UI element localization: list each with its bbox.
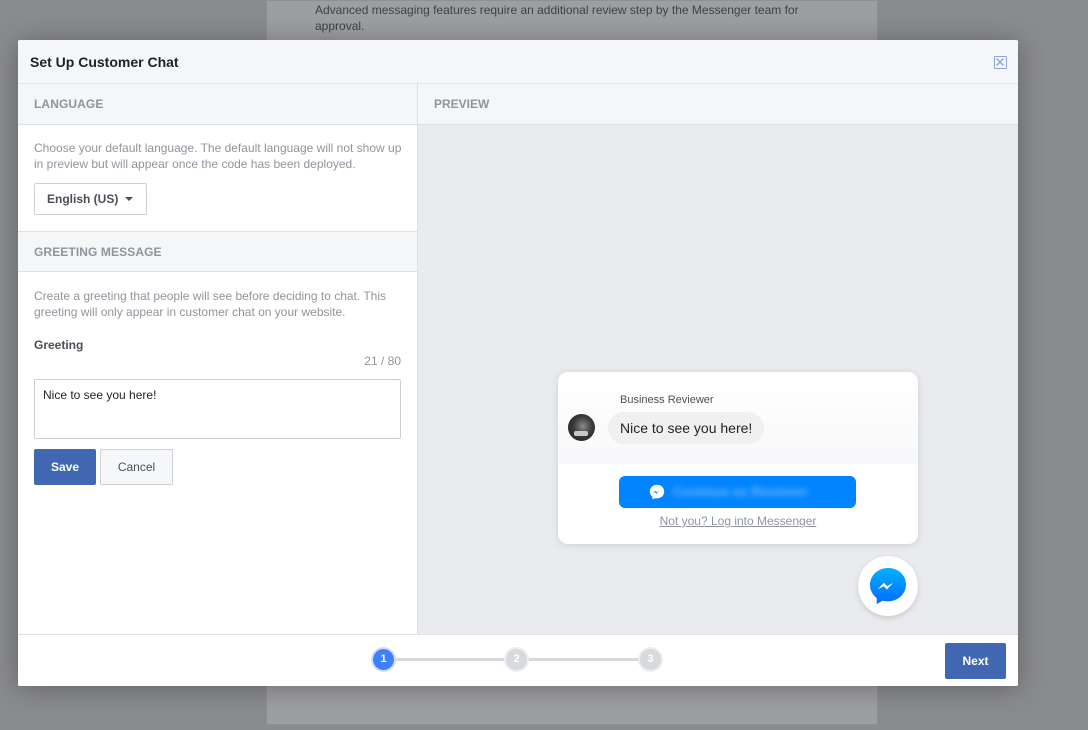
greeting-input[interactable] xyxy=(34,379,401,439)
business-name: Business Reviewer xyxy=(620,394,714,406)
language-help-text: Choose your default language. The defaul… xyxy=(34,141,402,171)
chat-preview-card: Business Reviewer Nice to see you here! … xyxy=(558,372,918,544)
close-icon xyxy=(996,58,1004,66)
greeting-label: Greeting xyxy=(34,338,84,352)
continue-as-button[interactable]: Continue as Reviewer xyxy=(619,476,856,508)
messenger-chat-button[interactable] xyxy=(858,556,918,616)
greeting-char-counter: 21 / 80 xyxy=(364,354,401,368)
close-button[interactable] xyxy=(994,56,1007,69)
step-2-indicator[interactable]: 2 xyxy=(506,649,527,670)
greeting-heading: GREETING MESSAGE xyxy=(34,245,162,259)
language-selected-value: English (US) xyxy=(47,192,119,206)
settings-panel: LANGUAGE Choose your default language. T… xyxy=(18,84,418,634)
language-section-header: LANGUAGE xyxy=(18,84,417,125)
messenger-fab-icon xyxy=(870,568,906,604)
business-avatar xyxy=(568,414,595,441)
caret-down-icon xyxy=(125,197,133,201)
language-heading: LANGUAGE xyxy=(34,97,104,111)
modal-title: Set Up Customer Chat xyxy=(30,54,179,70)
chat-message-area: Business Reviewer Nice to see you here! xyxy=(558,372,918,464)
greeting-bubble: Nice to see you here! xyxy=(608,412,765,444)
step-connector xyxy=(520,658,651,661)
greeting-help-text: Create a greeting that people will see b… xyxy=(34,289,386,319)
login-messenger-link[interactable]: Not you? Log into Messenger xyxy=(558,514,918,528)
background-notice: Advanced messaging features require an a… xyxy=(315,3,799,33)
preview-panel: PREVIEW Business Reviewer Nice to see yo… xyxy=(418,84,1018,634)
modal-footer: 1 2 3 Next xyxy=(18,634,1018,686)
greeting-section-header: GREETING MESSAGE xyxy=(18,231,417,272)
step-1-indicator[interactable]: 1 xyxy=(373,649,394,670)
continue-as-label: Continue as Reviewer xyxy=(673,484,809,499)
preview-section-header: PREVIEW xyxy=(418,84,1018,125)
messenger-icon xyxy=(649,484,665,500)
setup-customer-chat-dialog: Set Up Customer Chat LANGUAGE Choose you… xyxy=(18,40,1018,686)
language-dropdown[interactable]: English (US) xyxy=(34,183,147,215)
step-3-indicator[interactable]: 3 xyxy=(640,649,661,670)
step-connector xyxy=(385,658,516,661)
next-button[interactable]: Next xyxy=(945,643,1006,679)
save-button[interactable]: Save xyxy=(34,449,96,485)
preview-heading: PREVIEW xyxy=(434,97,490,111)
cancel-button[interactable]: Cancel xyxy=(100,449,173,485)
modal-header: Set Up Customer Chat xyxy=(18,40,1018,84)
